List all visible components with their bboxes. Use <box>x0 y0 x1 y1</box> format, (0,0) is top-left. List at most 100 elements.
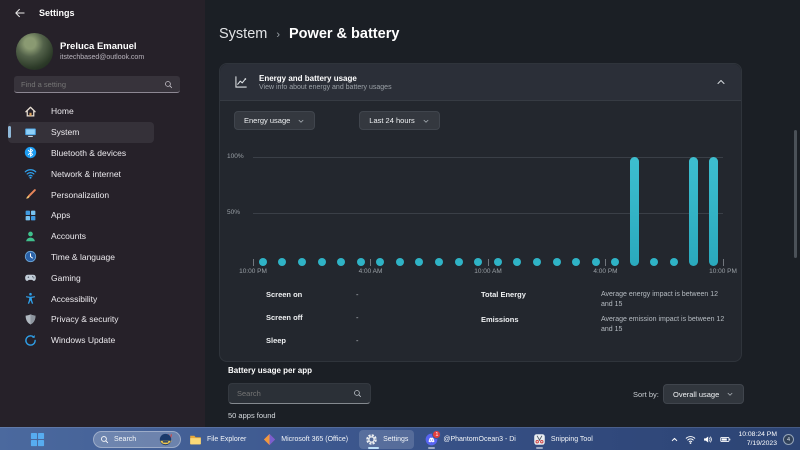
clock-time: 10:08:24 PM <box>738 431 777 440</box>
energy-usage-chart[interactable] <box>253 157 723 266</box>
sidebar-item-windows-update[interactable]: Windows Update <box>8 330 154 351</box>
sidebar-item-system[interactable]: System <box>8 122 154 143</box>
privacy-icon <box>24 313 37 326</box>
summary-label: Sleep <box>266 336 356 350</box>
time-language-icon <box>24 250 37 263</box>
taskbar-clock[interactable]: 10:08:24 PM 7/19/2023 <box>738 431 777 449</box>
sidebar-item-gaming[interactable]: Gaming <box>8 267 154 288</box>
file-explorer-icon <box>189 433 202 446</box>
tray-chevron-up-icon[interactable] <box>670 435 679 444</box>
taskbar-app-label: Microsoft 365 (Office) <box>281 436 348 443</box>
chart-controls: Energy usage Last 24 hours <box>234 111 440 130</box>
start-button-icon[interactable] <box>30 432 45 447</box>
sort-dropdown[interactable]: Overall usage <box>663 384 744 404</box>
settings-search-box[interactable] <box>14 76 180 93</box>
usage-summary-left: Screen on-Screen off-Sleep- <box>266 290 476 359</box>
home-icon <box>24 105 37 118</box>
chart-line-icon <box>234 75 248 89</box>
personalization-icon <box>24 188 37 201</box>
battery-icon[interactable] <box>719 434 732 445</box>
sidebar-item-label: Apps <box>51 210 70 220</box>
y-axis-label-50: 50% <box>227 209 250 216</box>
window-titlebar: Settings <box>14 7 75 19</box>
breadcrumb: System › Power & battery <box>219 26 399 42</box>
usage-type-value: Energy usage <box>244 116 290 125</box>
page-title: Power & battery <box>289 26 399 42</box>
sidebar-item-bluetooth-devices[interactable]: Bluetooth & devices <box>8 143 154 164</box>
settings-search-input[interactable] <box>21 80 164 89</box>
desktop: Settings Preluca Emanuel itstechbased@ou… <box>0 0 800 450</box>
taskbar-app-microsoft-365-office[interactable]: Microsoft 365 (Office) <box>257 430 354 449</box>
sidebar-item-network-internet[interactable]: Network & internet <box>8 163 154 184</box>
summary-label: Total Energy <box>481 290 601 310</box>
summary-label: Screen on <box>266 290 356 304</box>
user-avatar[interactable] <box>16 33 53 70</box>
running-indicator <box>428 447 435 449</box>
sidebar-item-label: Privacy & security <box>51 314 119 324</box>
energy-card-title: Energy and battery usage <box>259 74 392 83</box>
taskbar-apps: File Explorer Microsoft 365 (Office) Setti… <box>153 428 599 450</box>
window-title: Settings <box>39 8 75 18</box>
taskbar-app-file-explorer[interactable]: File Explorer <box>183 430 252 449</box>
time-range-dropdown[interactable]: Last 24 hours <box>359 111 439 130</box>
selected-indicator <box>8 126 11 138</box>
sidebar-item-accounts[interactable]: Accounts <box>8 226 154 247</box>
breadcrumb-parent[interactable]: System <box>219 26 267 42</box>
summary-row-screen-on: Screen on- <box>266 290 476 304</box>
gaming-icon <box>24 271 37 284</box>
taskbar-app-settings[interactable]: Settings <box>359 430 414 449</box>
system-icon <box>24 126 37 139</box>
sidebar-item-time-language[interactable]: Time & language <box>8 247 154 268</box>
summary-label: Emissions <box>481 315 601 335</box>
wifi-icon[interactable] <box>685 434 696 445</box>
taskbar-app-snipping-tool[interactable]: Snipping Tool <box>527 430 599 449</box>
chevron-up-icon[interactable] <box>715 76 727 88</box>
chevron-down-icon <box>422 117 430 125</box>
back-arrow-icon[interactable] <box>14 7 26 19</box>
sidebar-item-label: Gaming <box>51 273 81 283</box>
accounts-icon <box>24 230 37 243</box>
usage-type-dropdown[interactable]: Energy usage <box>234 111 315 130</box>
time-range-value: Last 24 hours <box>369 116 414 125</box>
summary-value: - <box>356 290 359 304</box>
volume-icon[interactable] <box>702 434 713 445</box>
taskbar-app-label: Snipping Tool <box>551 436 593 443</box>
energy-card-header[interactable]: Energy and battery usage View info about… <box>220 64 741 101</box>
system-tray: 10:08:24 PM 7/19/2023 4 <box>670 428 794 450</box>
network-icon <box>24 167 37 180</box>
taskbar: Search File ExplorerMicrosoft 365 (Offic… <box>0 427 800 450</box>
sidebar-item-privacy-security[interactable]: Privacy & security <box>8 309 154 330</box>
bluetooth-icon <box>24 146 37 159</box>
taskbar-app-pinned-app[interactable] <box>153 430 178 449</box>
x-axis-tick-label: 4:00 PM <box>576 268 636 275</box>
sidebar-item-home[interactable]: Home <box>8 101 154 122</box>
summary-label: Screen off <box>266 313 356 327</box>
sidebar-item-apps[interactable]: Apps <box>8 205 154 226</box>
sidebar-item-personalization[interactable]: Personalization <box>8 184 154 205</box>
office-icon <box>263 433 276 446</box>
settings-gear-icon <box>365 433 378 446</box>
chevron-down-icon <box>726 390 734 398</box>
sidebar-item-label: Network & internet <box>51 169 121 179</box>
user-email: itstechbased@outlook.com <box>60 54 144 61</box>
sidebar-item-label: Home <box>51 106 74 116</box>
sidebar-item-accessibility[interactable]: Accessibility <box>8 288 154 309</box>
app-search-input[interactable] <box>237 389 353 398</box>
summary-row-emissions: EmissionsAverage emission impact is betw… <box>481 315 731 335</box>
usage-summary-right: Total EnergyAverage energy impact is bet… <box>481 290 731 341</box>
app-search-box[interactable] <box>228 383 371 404</box>
taskbar-app-label: File Explorer <box>207 436 246 443</box>
taskbar-app-phantomocean3-di[interactable]: 1@PhantomOcean3 - Di <box>419 430 521 449</box>
x-axis-tick-label: 10:00 AM <box>458 268 518 275</box>
notification-badge[interactable]: 4 <box>783 434 794 445</box>
accessibility-icon <box>24 292 37 305</box>
energy-card-subtitle: View info about energy and battery usage… <box>259 84 392 91</box>
apps-found-count: 50 apps found <box>228 411 276 420</box>
search-icon <box>100 435 109 444</box>
sidebar-item-label: System <box>51 127 79 137</box>
scrollbar[interactable] <box>794 130 797 258</box>
sidebar-item-label: Accounts <box>51 231 86 241</box>
search-icon <box>164 80 173 89</box>
pinned-app-icon <box>159 433 172 446</box>
taskbar-app-label: Settings <box>383 436 408 443</box>
